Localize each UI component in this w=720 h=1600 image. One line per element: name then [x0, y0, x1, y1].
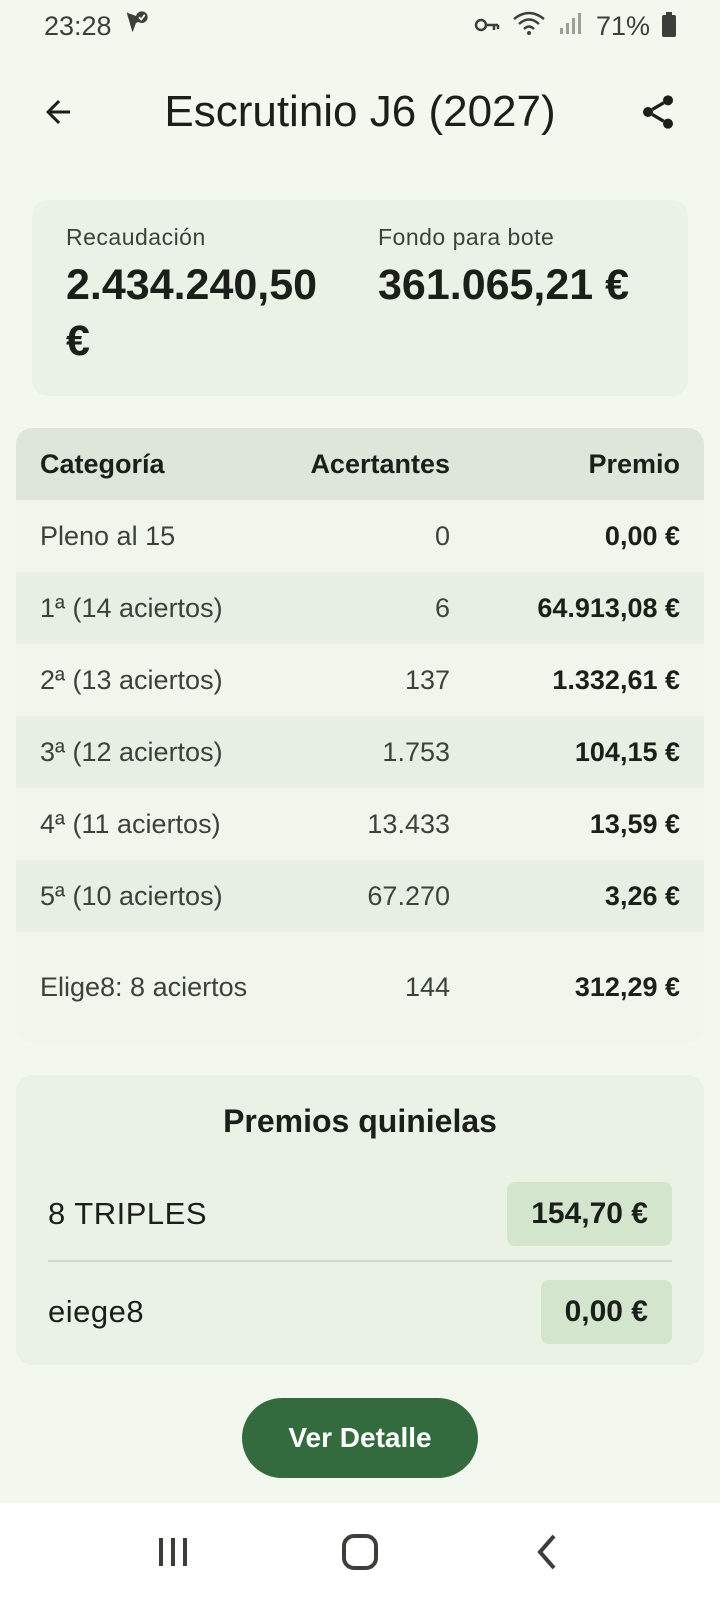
recaudacion-block: Recaudación 2.434.240,50 €: [66, 224, 346, 369]
row-acertantes: 13.433: [367, 808, 450, 839]
table-header: Categoría Acertantes Premio: [16, 428, 704, 500]
table-row: 4ª (11 aciertos) 13.433 13,59 €: [16, 788, 704, 860]
battery-percent: 71%: [595, 10, 650, 41]
prize-name: 8 TRIPLES: [48, 1196, 208, 1231]
row-premio: 312,29 €: [574, 971, 680, 1002]
recaudacion-value: 2.434.240,50 €: [66, 261, 318, 365]
recents-button[interactable]: [138, 1522, 208, 1582]
home-button[interactable]: [325, 1522, 395, 1582]
status-right: 71%: [474, 10, 676, 43]
ver-detalle-button[interactable]: Ver Detalle: [242, 1398, 478, 1478]
prize-value: 154,70 €: [507, 1182, 672, 1246]
recents-icon: [159, 1537, 188, 1566]
row-premio: 1.332,61 €: [552, 664, 680, 695]
fondo-label: Fondo para bote: [378, 224, 555, 250]
table-row: Elige8: 8 aciertos 144 312,29 €: [16, 932, 704, 1042]
top-app-bar: Escrutinio J6 (2027): [0, 72, 720, 152]
home-icon: [341, 1533, 378, 1570]
status-bar: 23:28 71%: [0, 0, 720, 52]
fondo-value: 361.065,21 €: [378, 261, 630, 309]
status-time: 23:28: [44, 10, 112, 41]
prize-value: 0,00 €: [540, 1280, 672, 1344]
location-check-icon: [122, 9, 150, 44]
wifi-icon: [512, 10, 546, 43]
row-acertantes: 0: [434, 520, 450, 551]
row-premio: 13,59 €: [589, 808, 680, 839]
prize-item[interactable]: eiege8 0,00 €: [48, 1277, 672, 1347]
row-premio: 3,26 €: [604, 880, 680, 911]
system-nav-bar: [0, 1503, 720, 1600]
row-acertantes: 6: [434, 592, 450, 623]
back-button[interactable]: [30, 84, 86, 140]
results-table: Categoría Acertantes Premio Pleno al 15 …: [16, 428, 704, 1042]
row-acertantes: 137: [404, 664, 450, 695]
prizes-card: Premios quinielas 8 TRIPLES 154,70 € eie…: [16, 1075, 704, 1365]
share-icon: [643, 95, 673, 129]
row-acertantes: 1.753: [382, 736, 450, 767]
row-acertantes: 144: [404, 971, 450, 1002]
battery-icon: [662, 12, 676, 37]
row-premio: 104,15 €: [574, 736, 680, 767]
screen: 23:28 71% Escrutinio J6 (2027) Recaudaci…: [0, 0, 720, 1600]
vpn-key-icon: [474, 11, 500, 42]
signal-icon: [558, 10, 584, 43]
divider: [48, 1260, 672, 1262]
header-acertantes: Acertantes: [310, 448, 450, 479]
fondo-block: Fondo para bote 361.065,21 €: [378, 224, 678, 313]
table-row: 3ª (12 aciertos) 1.753 104,15 €: [16, 716, 704, 788]
table-row: 2ª (13 aciertos) 137 1.332,61 €: [16, 644, 704, 716]
arrow-back-icon: [46, 100, 70, 124]
recaudacion-label: Recaudación: [66, 224, 206, 250]
page-title: Escrutinio J6 (2027): [164, 87, 556, 136]
header-premio: Premio: [588, 448, 680, 479]
table-row: 5ª (10 aciertos) 67.270 3,26 €: [16, 860, 704, 932]
row-premio: 0,00 €: [604, 520, 680, 551]
nav-back-button[interactable]: [512, 1522, 582, 1582]
back-icon: [536, 1534, 556, 1569]
row-premio: 64.913,08 €: [537, 592, 680, 623]
summary-card: Recaudación 2.434.240,50 € Fondo para bo…: [32, 200, 688, 396]
prizes-title: Premios quinielas: [223, 1103, 497, 1139]
status-left: 23:28: [44, 9, 150, 44]
prize-name: eiege8: [48, 1294, 145, 1329]
prize-item[interactable]: 8 TRIPLES 154,70 €: [48, 1179, 672, 1249]
share-button[interactable]: [630, 84, 686, 140]
row-acertantes: 67.270: [367, 880, 450, 911]
table-row: 1ª (14 aciertos) 6 64.913,08 €: [16, 572, 704, 644]
table-row: Pleno al 15 0 0,00 €: [16, 500, 704, 572]
